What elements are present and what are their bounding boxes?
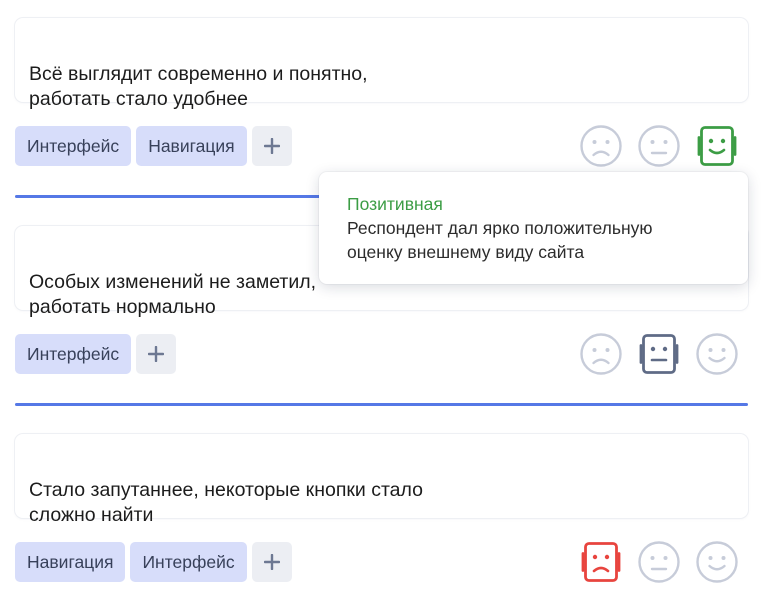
add-tag-button[interactable] (136, 334, 177, 374)
response-text: Всё выглядит современно и понятно, работ… (29, 63, 368, 110)
happy-face-icon[interactable] (695, 124, 739, 168)
sad-face-icon[interactable] (579, 332, 623, 376)
tag[interactable]: Интерфейс (15, 126, 132, 166)
sad-face-icon[interactable] (579, 124, 623, 168)
response-text: Стало запутаннее, некоторые кнопки стало… (29, 479, 423, 526)
sad-face-icon[interactable] (579, 540, 623, 584)
plus-icon (148, 346, 165, 362)
feedback-list: Всё выглядит современно и понятно, работ… (0, 0, 765, 600)
plus-icon (263, 554, 280, 570)
section-divider (15, 403, 748, 406)
add-tag-button[interactable] (251, 542, 292, 582)
plus-icon (263, 138, 280, 154)
tag-list: Интерфейс (15, 334, 177, 374)
happy-face-icon[interactable] (695, 540, 739, 584)
sentiment-selector (579, 540, 739, 584)
neutral-face-icon[interactable] (637, 332, 681, 376)
add-tag-button[interactable] (251, 126, 292, 166)
tag[interactable]: Навигация (136, 126, 247, 166)
tag[interactable]: Интерфейс (130, 542, 247, 582)
tag[interactable]: Интерфейс (15, 334, 132, 374)
sentiment-selector (579, 332, 739, 376)
neutral-face-icon[interactable] (637, 540, 681, 584)
tag[interactable]: Навигация (15, 542, 126, 582)
tooltip-description: Респондент дал ярко положительную оценку… (347, 218, 653, 262)
response-text-card: Стало запутаннее, некоторые кнопки стало… (15, 434, 748, 526)
response-text: Особых изменений не заметил, работать но… (29, 271, 317, 318)
sentiment-selector (579, 124, 739, 168)
response-text-card: Всё выглядит современно и понятно, работ… (15, 18, 748, 110)
neutral-face-icon[interactable] (637, 124, 681, 168)
tag-list: Навигация Интерфейс (15, 542, 292, 582)
tag-list: Интерфейс Навигация (15, 126, 292, 166)
tooltip-title: Позитивная (347, 194, 443, 214)
sentiment-tooltip: Позитивная Респондент дал ярко положител… (319, 172, 748, 284)
happy-face-icon[interactable] (695, 332, 739, 376)
